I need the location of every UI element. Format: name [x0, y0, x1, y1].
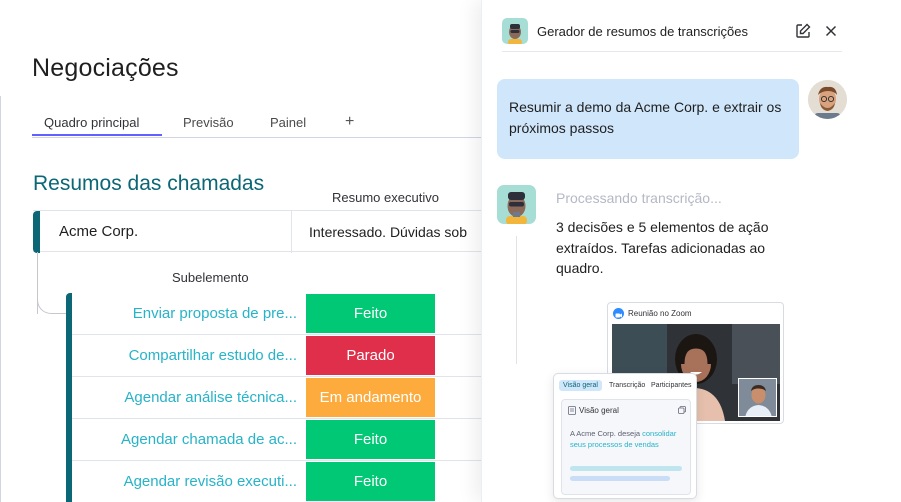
- summary-cell[interactable]: Interessado. Dúvidas sob: [309, 224, 467, 240]
- subitems-table: Enviar proposta de pre... Feito Comparti…: [66, 293, 496, 502]
- subitem-name[interactable]: Agendar chamada de ac...: [121, 431, 297, 448]
- tab-transcricao[interactable]: Transcrição: [605, 380, 649, 391]
- panel-header: Gerador de resumos de transcrições: [502, 14, 842, 52]
- status-cell[interactable]: Feito: [306, 420, 435, 459]
- group-color-bar: [33, 211, 40, 253]
- overview-text-plain: A Acme Corp. deseja: [570, 429, 643, 438]
- overview-title: Visão geral: [579, 406, 619, 415]
- subitem-name[interactable]: Agendar revisão executi...: [124, 473, 297, 490]
- bot-avatar: [497, 185, 536, 224]
- user-message-bubble: Resumir a demo da Acme Corp. e extrair o…: [497, 79, 799, 159]
- tab-previsao[interactable]: Previsão: [183, 115, 234, 130]
- subitem-row[interactable]: Compartilhar estudo de... Parado: [72, 335, 496, 377]
- tab-painel[interactable]: Painel: [270, 115, 306, 130]
- subitem-row[interactable]: Agendar chamada de ac... Feito: [72, 419, 496, 461]
- active-tab-indicator: [32, 134, 162, 136]
- subitem-row[interactable]: Agendar revisão executi... Feito: [72, 461, 496, 502]
- user-avatar: [808, 80, 847, 119]
- overview-text: A Acme Corp. deseja consolidar seus proc…: [570, 428, 688, 450]
- processing-status: Processando transcrição...: [556, 190, 722, 206]
- column-header-summary[interactable]: Resumo executivo: [332, 190, 439, 205]
- board-divider: [0, 96, 1, 502]
- zoom-camera-icon: [613, 308, 624, 319]
- tab-visao-geral[interactable]: Visão geral: [559, 380, 602, 391]
- subitem-column-header: Subelemento: [172, 270, 249, 285]
- ai-summary-panel: Gerador de resumos de transcrições Resum…: [481, 0, 901, 502]
- status-cell[interactable]: Em andamento: [306, 378, 435, 417]
- add-tab-button[interactable]: +: [345, 113, 354, 131]
- status-cell[interactable]: Parado: [306, 336, 435, 375]
- tab-participantes[interactable]: Participantes: [647, 380, 695, 391]
- thread-line: [516, 236, 517, 364]
- group-title[interactable]: Resumos das chamadas: [33, 172, 264, 196]
- copy-icon[interactable]: [678, 406, 686, 414]
- zoom-card-label: Reunião no Zoom: [628, 309, 692, 318]
- subitem-name[interactable]: Compartilhar estudo de...: [129, 347, 297, 364]
- item-row[interactable]: Acme Corp. Interessado. Dúvidas sob: [33, 210, 493, 253]
- participant-thumbnail: [738, 378, 777, 417]
- status-cell[interactable]: Feito: [306, 462, 435, 501]
- page-title: Negociações: [32, 54, 179, 82]
- bot-message: 3 decisões e 5 elementos de ação extraíd…: [556, 219, 769, 276]
- subitem-row[interactable]: Agendar análise técnica... Em andamento: [72, 377, 496, 419]
- tab-quadro-principal[interactable]: Quadro principal: [44, 115, 139, 130]
- document-icon: [568, 406, 576, 415]
- summary-preview-card[interactable]: Visão geral Transcrição Participantes Vi…: [553, 373, 697, 499]
- text-placeholder-bar: [570, 466, 682, 471]
- bot-avatar-icon: [502, 18, 528, 44]
- subitem-connector-curve: [37, 284, 67, 314]
- subitem-row[interactable]: Enviar proposta de pre... Feito: [72, 293, 496, 335]
- panel-title: Gerador de resumos de transcrições: [537, 24, 748, 39]
- item-name[interactable]: Acme Corp.: [59, 223, 138, 240]
- user-message: Resumir a demo da Acme Corp. e extrair o…: [509, 99, 782, 136]
- text-placeholder-bar: [570, 476, 670, 481]
- close-icon[interactable]: [822, 22, 840, 40]
- overview-box: Visão geral A Acme Corp. deseja consolid…: [561, 399, 691, 495]
- status-cell[interactable]: Feito: [306, 294, 435, 333]
- subitem-name[interactable]: Agendar análise técnica...: [124, 389, 297, 406]
- edit-icon[interactable]: [794, 22, 812, 40]
- cell-divider: [291, 211, 292, 253]
- subitem-name[interactable]: Enviar proposta de pre...: [133, 305, 297, 322]
- board-tabs: Quadro principal Previsão Painel +: [32, 108, 502, 138]
